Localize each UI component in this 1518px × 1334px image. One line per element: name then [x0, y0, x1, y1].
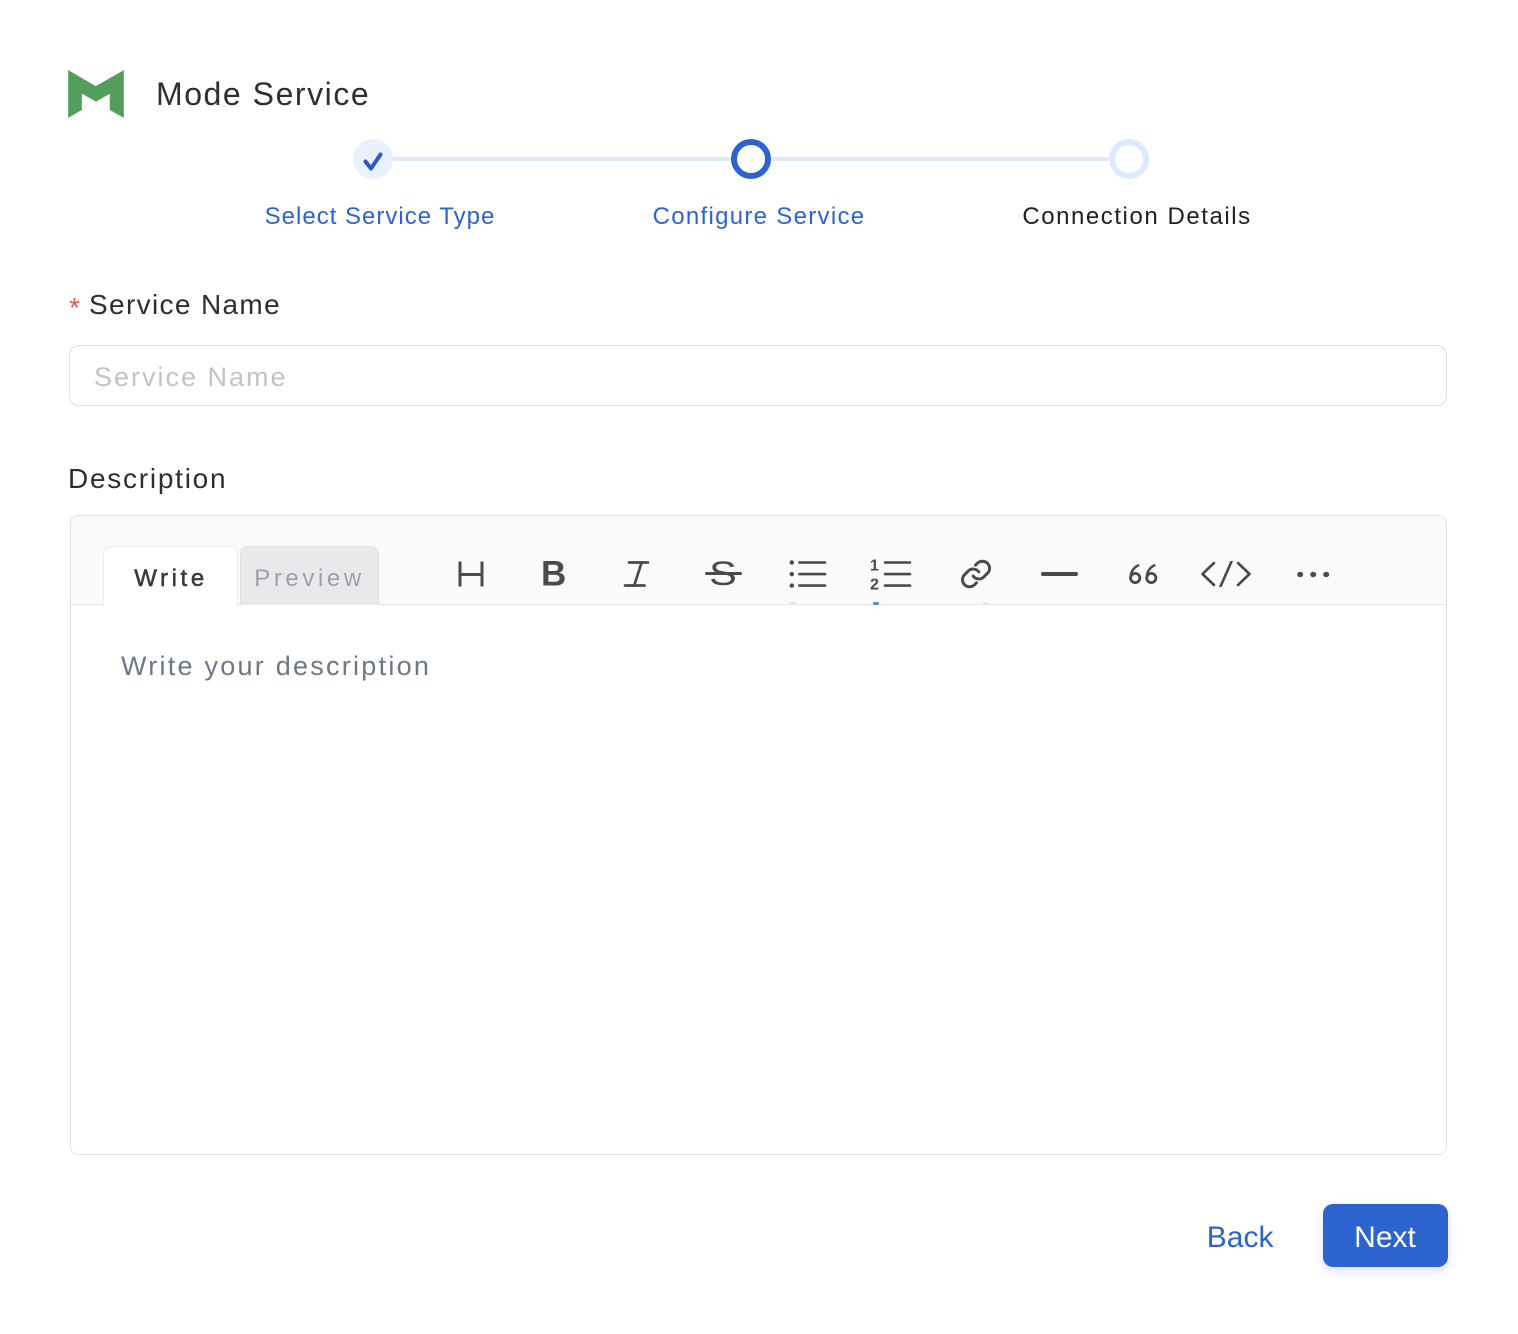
svg-text:1: 1 — [870, 558, 879, 575]
svg-text:2: 2 — [870, 577, 879, 591]
